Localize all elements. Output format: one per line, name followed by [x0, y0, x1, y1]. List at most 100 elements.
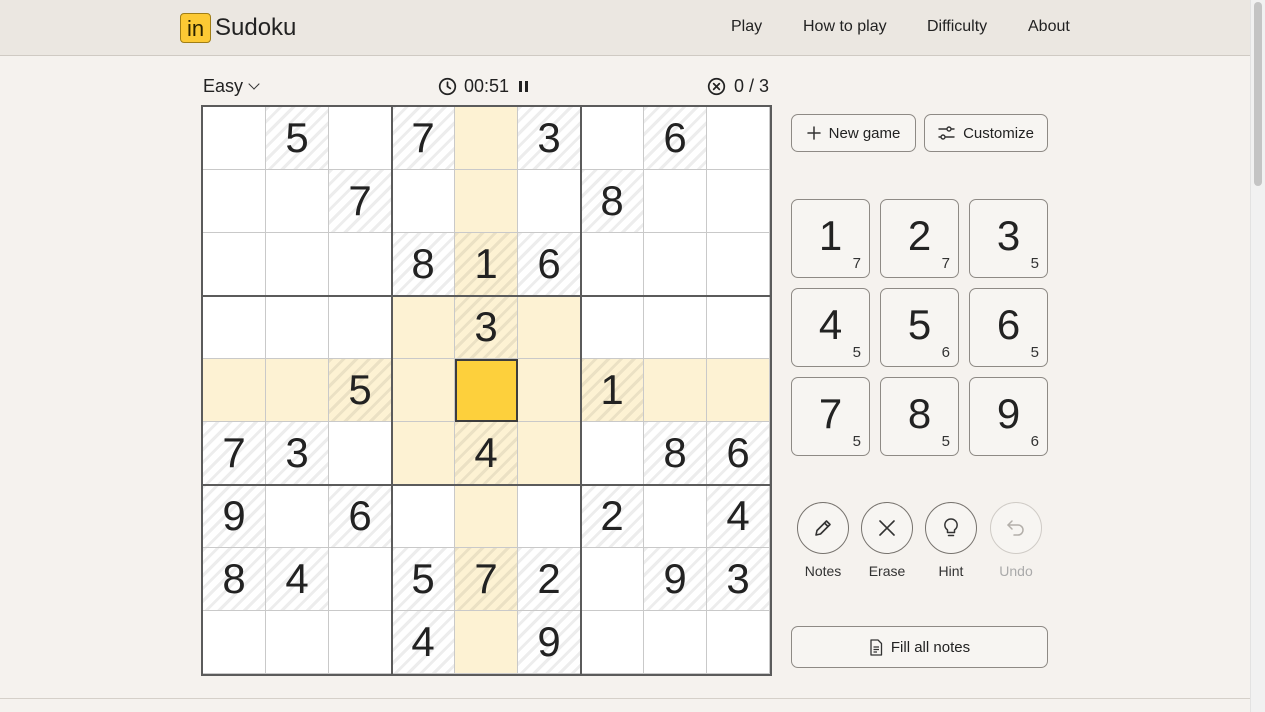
sudoku-cell-r3c3[interactable]	[329, 233, 392, 296]
sudoku-cell-r9c1[interactable]	[203, 611, 266, 674]
sudoku-cell-r5c5[interactable]	[455, 359, 518, 422]
sudoku-cell-r6c6[interactable]	[518, 422, 581, 485]
scrollbar-thumb[interactable]	[1254, 2, 1262, 186]
sudoku-cell-r2c5[interactable]	[455, 170, 518, 233]
sudoku-cell-r2c2[interactable]	[266, 170, 329, 233]
erase-button[interactable]: Erase	[859, 502, 915, 579]
sudoku-cell-r4c1[interactable]	[203, 296, 266, 359]
sudoku-cell-r3c7[interactable]	[581, 233, 644, 296]
number-key-1[interactable]: 17	[791, 199, 870, 278]
nav-play[interactable]: Play	[731, 18, 762, 36]
sudoku-cell-r3c1[interactable]	[203, 233, 266, 296]
sudoku-cell-r4c5[interactable]: 3	[455, 296, 518, 359]
sudoku-cell-r5c7[interactable]: 1	[581, 359, 644, 422]
sudoku-cell-r9c7[interactable]	[581, 611, 644, 674]
sudoku-cell-r5c1[interactable]	[203, 359, 266, 422]
sudoku-cell-r3c5[interactable]: 1	[455, 233, 518, 296]
sudoku-cell-r9c5[interactable]	[455, 611, 518, 674]
sudoku-cell-r2c3[interactable]: 7	[329, 170, 392, 233]
sudoku-cell-r2c9[interactable]	[707, 170, 770, 233]
sudoku-cell-r6c2[interactable]: 3	[266, 422, 329, 485]
sudoku-cell-r3c2[interactable]	[266, 233, 329, 296]
sudoku-cell-r6c4[interactable]	[392, 422, 455, 485]
new-game-button[interactable]: New game	[791, 114, 916, 152]
sudoku-cell-r7c5[interactable]	[455, 485, 518, 548]
sudoku-cell-r7c3[interactable]: 6	[329, 485, 392, 548]
sudoku-cell-r4c4[interactable]	[392, 296, 455, 359]
sudoku-cell-r8c5[interactable]: 7	[455, 548, 518, 611]
sudoku-cell-r8c2[interactable]: 4	[266, 548, 329, 611]
customize-button[interactable]: Customize	[924, 114, 1048, 152]
hint-button[interactable]: Hint	[923, 502, 979, 579]
sudoku-cell-r3c8[interactable]	[644, 233, 707, 296]
sudoku-cell-r5c8[interactable]	[644, 359, 707, 422]
sudoku-cell-r8c6[interactable]: 2	[518, 548, 581, 611]
nav-difficulty[interactable]: Difficulty	[927, 18, 987, 36]
sudoku-cell-r8c3[interactable]	[329, 548, 392, 611]
notes-button[interactable]: Notes	[795, 502, 851, 579]
sudoku-cell-r8c9[interactable]: 3	[707, 548, 770, 611]
number-key-8[interactable]: 85	[880, 377, 959, 456]
number-key-2[interactable]: 27	[880, 199, 959, 278]
sudoku-cell-r4c8[interactable]	[644, 296, 707, 359]
number-key-6[interactable]: 65	[969, 288, 1048, 367]
sudoku-cell-r1c7[interactable]	[581, 107, 644, 170]
sudoku-cell-r1c1[interactable]	[203, 107, 266, 170]
sudoku-cell-r9c6[interactable]: 9	[518, 611, 581, 674]
sudoku-cell-r4c2[interactable]	[266, 296, 329, 359]
sudoku-cell-r5c6[interactable]	[518, 359, 581, 422]
sudoku-cell-r7c9[interactable]: 4	[707, 485, 770, 548]
sudoku-cell-r6c5[interactable]: 4	[455, 422, 518, 485]
site-logo[interactable]: in Sudoku	[180, 12, 296, 44]
sudoku-cell-r8c8[interactable]: 9	[644, 548, 707, 611]
page-scrollbar[interactable]	[1250, 0, 1265, 712]
sudoku-cell-r6c7[interactable]	[581, 422, 644, 485]
sudoku-cell-r1c9[interactable]	[707, 107, 770, 170]
sudoku-cell-r8c4[interactable]: 5	[392, 548, 455, 611]
sudoku-cell-r1c4[interactable]: 7	[392, 107, 455, 170]
nav-how-to-play[interactable]: How to play	[803, 18, 887, 36]
sudoku-cell-r6c1[interactable]: 7	[203, 422, 266, 485]
sudoku-cell-r5c2[interactable]	[266, 359, 329, 422]
sudoku-cell-r1c2[interactable]: 5	[266, 107, 329, 170]
sudoku-cell-r3c4[interactable]: 8	[392, 233, 455, 296]
sudoku-cell-r7c1[interactable]: 9	[203, 485, 266, 548]
sudoku-cell-r8c1[interactable]: 8	[203, 548, 266, 611]
number-key-3[interactable]: 35	[969, 199, 1048, 278]
fill-all-notes-button[interactable]: Fill all notes	[791, 626, 1048, 668]
sudoku-cell-r9c4[interactable]: 4	[392, 611, 455, 674]
sudoku-cell-r7c7[interactable]: 2	[581, 485, 644, 548]
sudoku-cell-r4c3[interactable]	[329, 296, 392, 359]
sudoku-cell-r8c7[interactable]	[581, 548, 644, 611]
sudoku-cell-r6c3[interactable]	[329, 422, 392, 485]
sudoku-cell-r6c8[interactable]: 8	[644, 422, 707, 485]
sudoku-cell-r3c9[interactable]	[707, 233, 770, 296]
number-key-4[interactable]: 45	[791, 288, 870, 367]
sudoku-cell-r7c4[interactable]	[392, 485, 455, 548]
difficulty-dropdown[interactable]: Easy	[203, 76, 260, 97]
sudoku-cell-r6c9[interactable]: 6	[707, 422, 770, 485]
sudoku-cell-r5c4[interactable]	[392, 359, 455, 422]
sudoku-cell-r1c5[interactable]	[455, 107, 518, 170]
sudoku-cell-r1c6[interactable]: 3	[518, 107, 581, 170]
sudoku-cell-r9c2[interactable]	[266, 611, 329, 674]
sudoku-cell-r2c8[interactable]	[644, 170, 707, 233]
sudoku-cell-r2c4[interactable]	[392, 170, 455, 233]
sudoku-cell-r4c7[interactable]	[581, 296, 644, 359]
undo-button[interactable]: Undo	[988, 502, 1044, 579]
number-key-5[interactable]: 56	[880, 288, 959, 367]
nav-about[interactable]: About	[1028, 18, 1070, 36]
sudoku-cell-r2c1[interactable]	[203, 170, 266, 233]
pause-icon[interactable]	[519, 81, 529, 92]
sudoku-cell-r1c8[interactable]: 6	[644, 107, 707, 170]
sudoku-cell-r5c3[interactable]: 5	[329, 359, 392, 422]
sudoku-cell-r7c2[interactable]	[266, 485, 329, 548]
sudoku-cell-r5c9[interactable]	[707, 359, 770, 422]
sudoku-cell-r7c8[interactable]	[644, 485, 707, 548]
number-key-9[interactable]: 96	[969, 377, 1048, 456]
sudoku-cell-r3c6[interactable]: 6	[518, 233, 581, 296]
number-key-7[interactable]: 75	[791, 377, 870, 456]
sudoku-cell-r1c3[interactable]	[329, 107, 392, 170]
sudoku-cell-r9c9[interactable]	[707, 611, 770, 674]
sudoku-cell-r4c9[interactable]	[707, 296, 770, 359]
